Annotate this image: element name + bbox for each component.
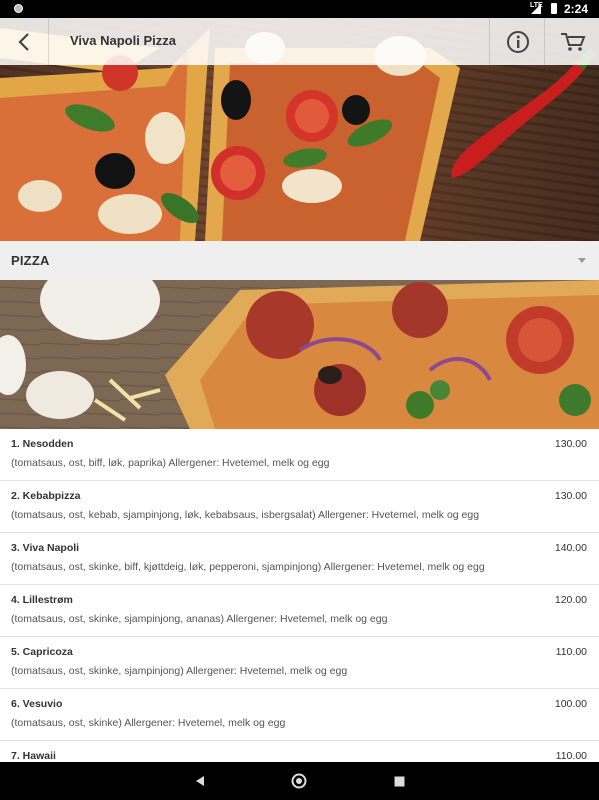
chevron-left-icon — [18, 32, 29, 51]
menu-item[interactable]: 1. Nesodden 130.00 (tomatsaus, ost, biff… — [0, 429, 599, 481]
category-banner-image — [0, 280, 599, 429]
battery-icon — [551, 3, 557, 14]
square-recents-icon — [394, 776, 404, 786]
menu-item-name: 2. Kebabpizza — [11, 490, 81, 502]
menu-item-price: 130.00 — [554, 438, 587, 450]
menu-item-name: 5. Capricoza — [11, 646, 73, 658]
category-header-pizza[interactable]: PIZZA — [0, 241, 599, 280]
menu-item[interactable]: 5. Capricoza 110.00 (tomatsaus, ost, ski… — [0, 637, 599, 689]
menu-item[interactable]: 4. Lillestrøm 120.00 (tomatsaus, ost, sk… — [0, 585, 599, 637]
menu-list: 1. Nesodden 130.00 (tomatsaus, ost, biff… — [0, 429, 599, 762]
system-nav-bar — [0, 762, 599, 800]
page-title: Viva Napoli Pizza — [70, 33, 176, 48]
circle-home-icon — [291, 773, 307, 789]
nav-back-button[interactable] — [175, 762, 225, 800]
status-bar: LTE 2:24 — [0, 0, 599, 18]
notification-icon — [14, 4, 23, 13]
menu-item-description: (tomatsaus, ost, skinke, sjampinjong) Al… — [11, 665, 348, 677]
menu-item-name: 6. Vesuvio — [11, 698, 63, 710]
menu-item-name: 7. Hawaii — [11, 750, 56, 762]
network-type: LTE — [530, 2, 543, 9]
menu-item-description: (tomatsaus, ost, biff, løk, paprika) All… — [11, 457, 330, 469]
menu-item-price: 110.00 — [555, 646, 587, 658]
menu-item-price: 130.00 — [554, 490, 587, 502]
cart-button[interactable] — [544, 18, 599, 65]
category-title: PIZZA — [11, 253, 50, 268]
info-icon — [506, 30, 529, 53]
nav-recents-button[interactable] — [374, 762, 424, 800]
menu-item-description: (tomatsaus, ost, skinke, biff, kjøttdeig… — [11, 561, 485, 573]
menu-item-price: 120.00 — [554, 594, 587, 606]
status-time: 2:24 — [564, 2, 589, 16]
nav-home-button[interactable] — [274, 762, 324, 800]
info-button[interactable] — [489, 18, 545, 65]
menu-item[interactable]: 2. Kebabpizza 130.00 (tomatsaus, ost, ke… — [0, 481, 599, 533]
menu-item-name: 4. Lillestrøm — [11, 594, 73, 606]
cart-icon — [560, 32, 585, 51]
caret-down-icon — [578, 258, 586, 263]
menu-item-description: (tomatsaus, ost, skinke, sjampinjong, an… — [11, 613, 388, 625]
menu-item-price: 110.00 — [555, 750, 587, 762]
menu-item[interactable]: 7. Hawaii 110.00 — [0, 741, 599, 762]
menu-item-price: 100.00 — [554, 698, 587, 710]
menu-item-description: (tomatsaus, ost, skinke) Allergener: Hve… — [11, 717, 286, 729]
menu-item[interactable]: 6. Vesuvio 100.00 (tomatsaus, ost, skink… — [0, 689, 599, 741]
menu-item-name: 1. Nesodden — [11, 438, 74, 450]
menu-item-price: 140.00 — [554, 542, 587, 554]
menu-item[interactable]: 3. Viva Napoli 140.00 (tomatsaus, ost, s… — [0, 533, 599, 585]
app-bar: Viva Napoli Pizza — [0, 18, 599, 65]
menu-item-description: (tomatsaus, ost, kebab, sjampinjong, løk… — [11, 509, 480, 521]
menu-item-name: 3. Viva Napoli — [11, 542, 80, 554]
triangle-back-icon — [196, 776, 204, 786]
back-button[interactable] — [0, 18, 49, 65]
